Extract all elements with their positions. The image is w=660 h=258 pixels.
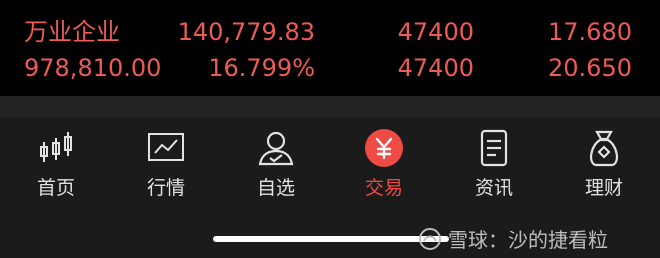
holdings-list: 万业企业 140,779.83 47400 17.680 978,810.00 … [0,0,660,96]
tab-watchlist[interactable]: 自选 [236,124,316,208]
market-value: 140,779.83 [177,18,315,46]
holding-row[interactable]: 万业企业 140,779.83 47400 17.680 [0,14,660,50]
profit-loss-percent: 16.799% [208,54,315,82]
line-chart-icon [148,133,184,161]
current-price: 17.680 [548,18,632,46]
section-divider [0,96,660,118]
document-icon [480,129,508,167]
tab-home-label: 首页 [36,177,75,199]
holding-row[interactable]: 978,810.00 16.799% 47400 20.650 [0,50,660,86]
money-bag-icon [590,130,618,167]
profit-loss: 978,810.00 [24,54,162,82]
home-indicator[interactable] [213,236,449,242]
tab-news[interactable]: 资讯 [454,124,534,208]
watermark: 雪球：沙的捷看粒 [418,224,608,253]
position-quantity: 47400 [397,18,474,46]
available-quantity: 47400 [397,54,474,82]
tab-wealth-label: 理财 [584,177,623,199]
person-icon [258,131,294,166]
tab-trade-label: 交易 [364,177,403,199]
tab-trade[interactable]: 交易 [344,124,424,208]
tab-watchlist-label: 自选 [256,177,295,199]
tab-home[interactable]: 首页 [16,124,96,208]
watermark-text: 雪球：沙的捷看粒 [448,228,608,252]
tab-news-label: 资讯 [474,177,513,199]
tab-market[interactable]: 行情 [126,124,206,208]
yuan-circle-icon [365,129,403,167]
tab-wealth[interactable]: 理财 [564,124,644,208]
stock-name: 万业企业 [24,18,120,46]
candlestick-icon [40,132,72,162]
snowball-logo-icon [419,227,441,250]
cost-price: 20.650 [548,54,632,82]
tab-market-label: 行情 [146,177,185,199]
